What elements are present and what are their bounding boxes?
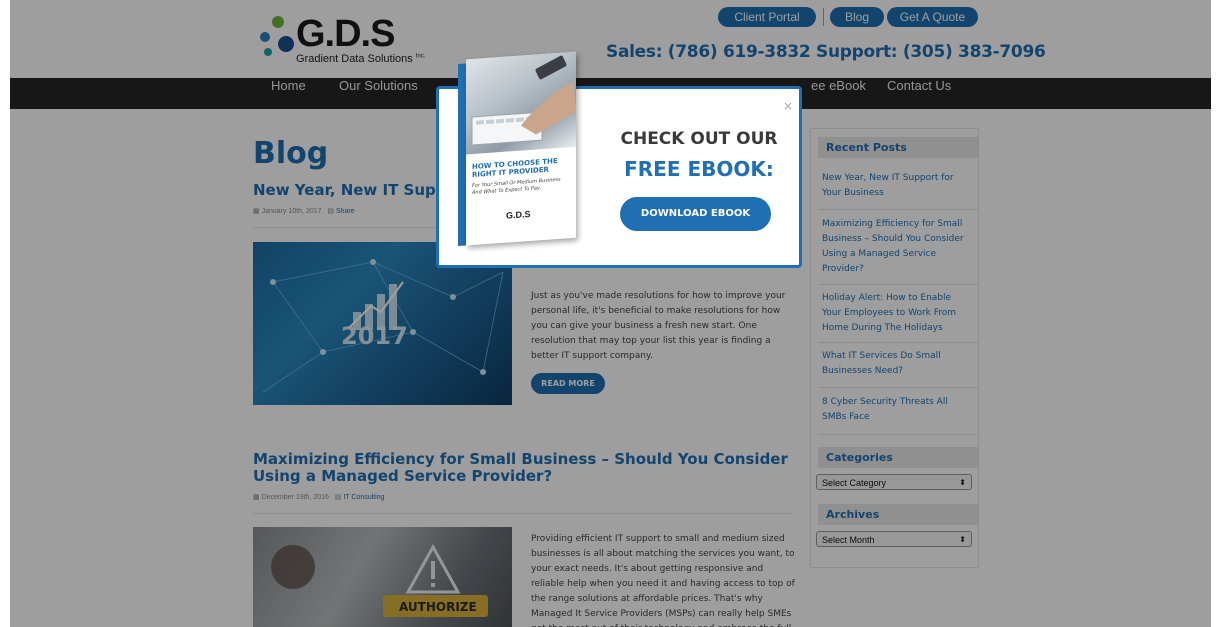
ebook-spine — [458, 63, 466, 247]
laptop-hands-graphic — [471, 55, 576, 146]
popup-subheading: FREE EBOOK: — [624, 157, 774, 181]
page-edge-left — [0, 0, 10, 627]
ebook-photo — [466, 51, 576, 155]
ebook-title: HOW TO CHOOSE THE RIGHT IT PROVIDER — [472, 157, 558, 180]
popup-heading: CHECK OUT OUR — [620, 129, 778, 149]
ebook-front: HOW TO CHOOSE THE RIGHT IT PROVIDER For … — [466, 51, 576, 246]
ebook-subtitle: For Your Small Or Medium Business And Wh… — [472, 176, 561, 197]
ebook-cover: HOW TO CHOOSE THE RIGHT IT PROVIDER For … — [458, 51, 576, 248]
close-icon[interactable]: × — [783, 99, 793, 113]
ebook-logo: G.D.S — [506, 208, 531, 221]
page: G.D.S Gradient Data Solutions Inc. Clien… — [0, 0, 1221, 627]
page-edge-right — [1211, 0, 1221, 627]
download-ebook-button[interactable]: DOWNLOAD EBOOK — [620, 197, 771, 231]
